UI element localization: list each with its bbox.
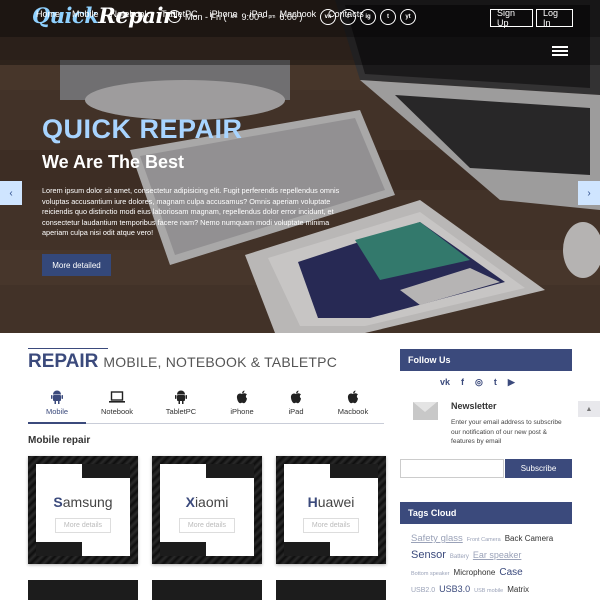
nav-item-ipad[interactable]: iPad [250,9,268,19]
nav-item-macbook[interactable]: Macbook [280,9,317,19]
page: QuickRepair Mon - Fri ( am 9:00 - pm 6:0… [0,0,600,600]
brand-name: Xiaomi [152,494,262,510]
brand-card-partial[interactable] [276,580,386,600]
more-details-button[interactable]: More details [55,518,111,533]
tag-link[interactable]: USB mobile [474,585,503,598]
hero-slider: QuickRepair Mon - Fri ( am 9:00 - pm 6:0… [0,0,600,333]
brand-card-huawei[interactable]: Huawei More details [276,456,386,564]
brand-initial: H [307,494,318,510]
slider-prev-arrow-icon[interactable]: ‹ [0,181,22,205]
card-corner-shape [206,464,254,478]
tag-link[interactable]: Ear speaker [473,549,522,562]
tab-label: TabletPC [165,407,197,416]
newsletter-title: Newsletter [451,401,497,411]
hero-description: Lorem ipsum dolor sit amet, consectetur … [42,186,340,237]
more-details-button[interactable]: More details [303,518,359,533]
tab-label: Macbook [337,407,369,416]
heading-rest: MOBILE, NOTEBOOK & TABLETPC [103,354,338,370]
log-in-button[interactable]: Log In [536,8,573,28]
tag-link[interactable]: Back Camera [505,532,553,545]
brand-rest: uawei [317,494,355,510]
brand-name: Samsung [28,494,138,510]
twitter-icon[interactable]: t [494,377,497,388]
category-tabs: Mobile Notebook TabletPC iPhone iPad Mac… [28,388,384,424]
hamburger-menu-icon[interactable] [552,46,568,56]
tag-link[interactable]: Battery [450,551,469,564]
tab-label: Mobile [45,407,69,416]
instagram-icon[interactable]: ◎ [475,377,483,388]
tab-iphone[interactable]: iPhone [213,388,271,424]
card-corner-shape [36,542,82,556]
tag-link[interactable]: USB3.0 [439,583,470,596]
tag-link[interactable]: USB2.0 [411,584,435,597]
more-details-button[interactable]: More details [179,518,235,533]
envelope-icon [413,402,438,420]
brand-card-partial[interactable] [152,580,262,600]
brand-card-xiaomi[interactable]: Xiaomi More details [152,456,262,564]
tab-tabletpc[interactable]: TabletPC [152,388,210,424]
tag-link[interactable]: Case [499,566,522,579]
laptop-icon [109,388,125,405]
brand-initial: X [185,494,195,510]
section-heading: REPAIR MOBILE, NOTEBOOK & TABLETPC [28,351,337,373]
brand-card-samsung[interactable]: Samsung More details [28,456,138,564]
nav-item-mobile[interactable]: Mobile [72,9,99,19]
nav-item-home[interactable]: Home [36,9,60,19]
card-corner-shape [160,542,206,556]
hero-title: QUICK REPAIR [42,114,243,144]
android-icon [175,388,187,405]
subscribe-button[interactable]: Subscribe [505,459,572,478]
tab-macbook[interactable]: Macbook [324,388,382,424]
android-icon [51,388,63,405]
tag-link[interactable]: Sensor [411,549,446,562]
youtube-icon[interactable]: yt [400,9,416,25]
follow-us-heading: Follow Us [400,349,572,371]
youtube-icon[interactable]: ▶ [508,377,515,388]
tab-mobile[interactable]: Mobile [28,388,86,424]
heading-accent-line [28,348,108,349]
vk-icon[interactable]: vk [440,377,450,388]
brand-rest: iaomi [194,494,229,510]
tags-cloud: Safety glass Front Camera Back Camera Sens… [411,530,571,598]
apple-icon [290,388,302,405]
card-corner-shape [82,464,130,478]
brand-card-partial[interactable] [28,580,138,600]
tab-label: Notebook [100,407,134,416]
apple-icon [347,388,359,405]
apple-icon [236,388,248,405]
hero-subtitle: We Are The Best [42,152,185,172]
tab-label: iPhone [230,407,254,416]
tag-link[interactable]: Front Camera [467,534,501,547]
nav-item-tabletpc[interactable]: TabletPC [161,9,198,19]
slider-next-arrow-icon[interactable]: › [578,181,600,205]
follow-social-links: vk f ◎ t ▶ [440,377,515,388]
nav-item-iphone[interactable]: iPhone [210,9,238,19]
brand-name: Huawei [276,494,386,510]
tag-link[interactable]: Safety glass [411,532,463,545]
newsletter-description: Enter your email address to subscribe ou… [451,419,562,445]
twitter-icon[interactable]: t [380,9,396,25]
card-corner-shape [284,542,330,556]
brand-initial: S [53,494,63,510]
back-to-top-icon[interactable]: ▲ [578,401,600,417]
main-nav [0,37,600,65]
tag-link[interactable]: Bottom speaker [411,568,450,581]
heading-strong: REPAIR [28,351,99,372]
tab-ipad[interactable]: iPad [267,388,325,424]
sign-up-button[interactable]: Sign Up [490,8,533,28]
facebook-icon[interactable]: f [461,377,464,388]
tags-cloud-heading: Tags Cloud [400,502,572,524]
tab-notebook[interactable]: Notebook [88,388,146,424]
newsletter-email-input[interactable] [400,459,504,478]
card-corner-shape [330,464,378,478]
nav-item-notebook[interactable]: Notebook [111,9,150,19]
more-detailed-button[interactable]: More detailed [42,254,111,276]
nav-item-contacts[interactable]: Contacts [328,9,364,19]
tag-link[interactable]: Microphone [454,566,496,579]
tag-link[interactable]: Matrix [507,583,529,596]
tab-label: iPad [288,407,304,416]
mobile-repair-heading: Mobile repair [28,435,91,446]
nav-items: Home Mobile Notebook TabletPC iPhone iPa… [36,9,364,19]
brand-rest: amsung [62,494,113,510]
